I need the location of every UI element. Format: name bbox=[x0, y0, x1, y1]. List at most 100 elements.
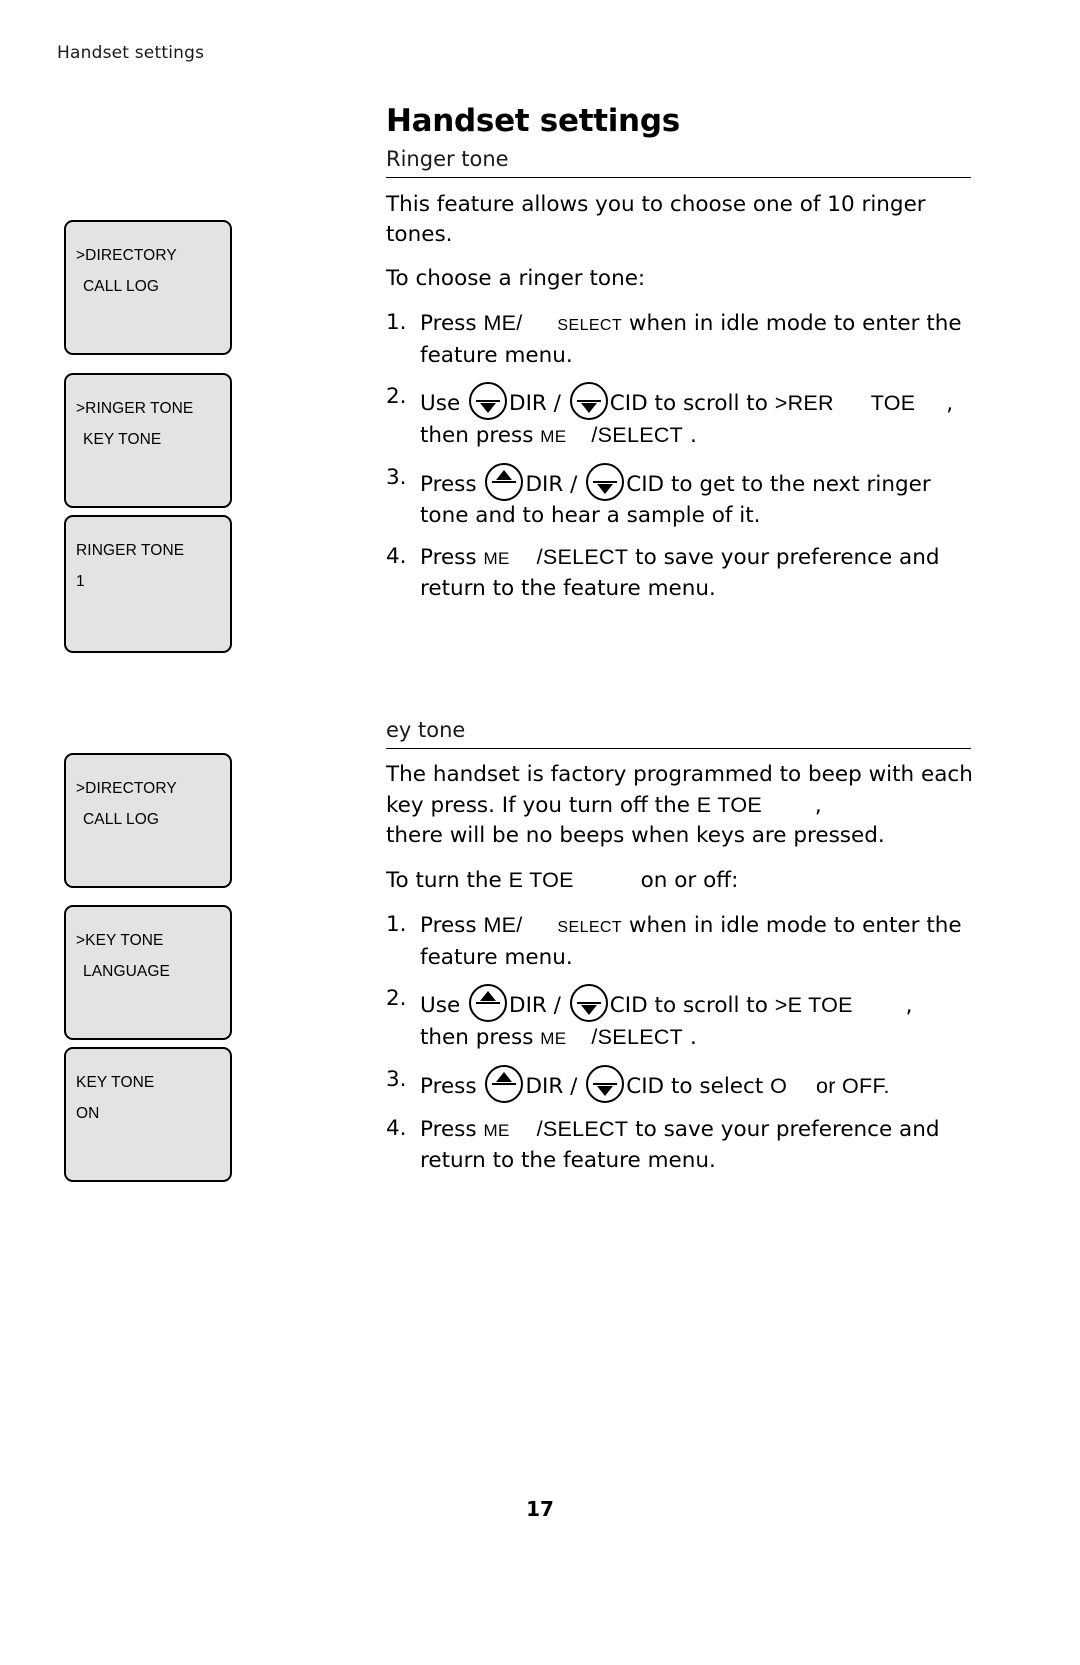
page: Handset settings Handset settings Ringer… bbox=[0, 0, 1080, 1665]
lcd-line-1: RINGER TONE bbox=[76, 542, 185, 559]
key-intro-d: there will be no beeps when keys are pre… bbox=[386, 823, 885, 848]
key-tone-lcd-label: E TOE bbox=[508, 868, 574, 892]
step-number: 4. bbox=[386, 1116, 407, 1141]
lcd-line-2: 1 bbox=[76, 573, 85, 590]
key-lead-a: To turn the bbox=[386, 868, 502, 893]
step-number: 2. bbox=[386, 986, 407, 1011]
select-key-label: /SELECT bbox=[591, 423, 684, 447]
lcd-line-2: LANGUAGE bbox=[83, 963, 170, 980]
menu-key-label: ME bbox=[540, 427, 567, 446]
key-tone-lcd-label: E TOE bbox=[696, 793, 763, 817]
comma: , bbox=[905, 993, 913, 1018]
scroll-text: to scroll to bbox=[654, 391, 768, 416]
menu-key-label: ME bbox=[483, 311, 517, 335]
lcd-line-2: CALL LOG bbox=[83, 278, 160, 295]
lcd-screen-4: >DIRECTORY CALL LOG bbox=[64, 753, 232, 888]
lcd-screen-2: >RINGER TONE KEY TONE bbox=[64, 373, 232, 508]
up-arrow-icon bbox=[469, 984, 508, 1022]
up-arrow-icon bbox=[485, 463, 524, 501]
step-number: 4. bbox=[386, 544, 407, 569]
lcd-screen-3: RINGER TONE 1 bbox=[64, 515, 232, 653]
dir-label: DIR / bbox=[525, 472, 578, 497]
up-arrow-icon bbox=[485, 1065, 524, 1103]
lcd-line-2: KEY TONE bbox=[83, 431, 162, 448]
dir-label: DIR / bbox=[509, 391, 561, 416]
select-key-label: SELECT bbox=[557, 919, 623, 936]
ringer-step-2: 2. Use DIR / CID to scroll to >RER TOE ,… bbox=[386, 382, 976, 452]
key-step-1: 1. Press ME/ SELECT when in idle mode to… bbox=[386, 910, 976, 973]
then-press: then press bbox=[420, 423, 534, 448]
lcd-line-2: CALL LOG bbox=[83, 811, 160, 828]
select-key-label: SELECT bbox=[557, 317, 623, 334]
key-intro: The handset is factory programmed to bee… bbox=[386, 760, 976, 851]
menu-item-ringer-c: TOE bbox=[870, 391, 916, 415]
lcd-line-1: >KEY TONE bbox=[76, 932, 164, 949]
cid-label: CID bbox=[609, 993, 648, 1018]
comma: , bbox=[946, 391, 954, 416]
menu-key-label: ME bbox=[540, 1029, 567, 1048]
ringer-intro: This feature allows you to choose one of… bbox=[386, 192, 926, 247]
menu-item-key-tone: >E TOE bbox=[774, 993, 853, 1017]
menu-key-label: ME bbox=[483, 913, 517, 937]
step-number: 3. bbox=[386, 465, 407, 490]
lcd-line-1: >RINGER TONE bbox=[76, 400, 194, 417]
lcd-line-2: ON bbox=[76, 1105, 100, 1122]
down-arrow-icon bbox=[586, 463, 625, 501]
step-text: Press bbox=[420, 913, 477, 938]
menu-key-label: ME bbox=[483, 1121, 510, 1140]
step-number: 1. bbox=[386, 310, 407, 335]
step-text: Press bbox=[420, 1074, 477, 1099]
slash: / bbox=[516, 311, 523, 335]
select-key-label: /SELECT bbox=[536, 1117, 629, 1141]
select-key-label: /SELECT bbox=[591, 1025, 684, 1049]
key-step-4: 4. Press ME /SELECT to save your prefere… bbox=[386, 1114, 976, 1176]
key-lead: To turn the E TOE on or off: bbox=[386, 865, 976, 896]
select-key-label: /SELECT bbox=[536, 545, 629, 569]
down-arrow-icon bbox=[469, 382, 508, 420]
slash: / bbox=[516, 913, 523, 937]
down-arrow-icon bbox=[586, 1065, 625, 1103]
step-text: Use bbox=[420, 993, 461, 1018]
step-number: 3. bbox=[386, 1067, 407, 1092]
comma: , bbox=[814, 793, 822, 818]
lcd-screen-1: >DIRECTORY CALL LOG bbox=[64, 220, 232, 355]
ringer-step-3: 3. Press DIR / CID to get to the next ri… bbox=[386, 463, 976, 531]
section-heading-ringer-tone: Ringer tone bbox=[386, 147, 971, 178]
section-heading-key-tone: ey tone bbox=[386, 718, 971, 749]
step-number: 1. bbox=[386, 912, 407, 937]
step-text: Press bbox=[420, 1117, 477, 1142]
lcd-line-1: KEY TONE bbox=[76, 1074, 155, 1091]
scroll-text: to scroll to bbox=[654, 993, 768, 1018]
key-step-3: 3. Press DIR / CID to select O or OFF. bbox=[386, 1065, 976, 1103]
then-press: then press bbox=[420, 1025, 534, 1050]
lcd-line-1: >DIRECTORY bbox=[76, 780, 177, 797]
cid-label: CID bbox=[609, 391, 648, 416]
period: . bbox=[689, 423, 697, 448]
page-title: Handset settings bbox=[386, 102, 680, 139]
off-option-label: or OFF. bbox=[816, 1074, 890, 1098]
dir-label: DIR / bbox=[509, 993, 561, 1018]
lcd-line-1: >DIRECTORY bbox=[76, 247, 177, 264]
down-arrow-icon bbox=[569, 984, 608, 1022]
running-header: Handset settings bbox=[57, 43, 205, 63]
page-number: 17 bbox=[526, 1497, 554, 1521]
period: . bbox=[689, 1025, 697, 1050]
select-text: to select bbox=[670, 1074, 764, 1099]
ringer-step-1: 1. Press ME/ SELECT when in idle mode to… bbox=[386, 308, 976, 371]
step-number: 2. bbox=[386, 384, 407, 409]
menu-item-ringer-b: ER bbox=[803, 391, 834, 415]
step-text: Press bbox=[420, 472, 477, 497]
key-tone-body: The handset is factory programmed to bee… bbox=[386, 760, 976, 1187]
menu-key-label: ME bbox=[483, 549, 510, 568]
ringer-lead: To choose a ringer tone: bbox=[386, 266, 646, 291]
step-text: Press bbox=[420, 545, 477, 570]
on-option-label: O bbox=[770, 1074, 788, 1098]
key-lead-c: on or off: bbox=[640, 868, 739, 893]
key-intro-a: The handset is factory programmed to bee… bbox=[386, 762, 973, 818]
cid-label: CID bbox=[626, 1074, 665, 1099]
lcd-screen-6: KEY TONE ON bbox=[64, 1047, 232, 1182]
menu-item-ringer-a: >R bbox=[774, 391, 804, 415]
ringer-tone-body: This feature allows you to choose one of… bbox=[386, 190, 976, 615]
down-arrow-icon-2 bbox=[569, 382, 608, 420]
lcd-screen-5: >KEY TONE LANGUAGE bbox=[64, 905, 232, 1040]
